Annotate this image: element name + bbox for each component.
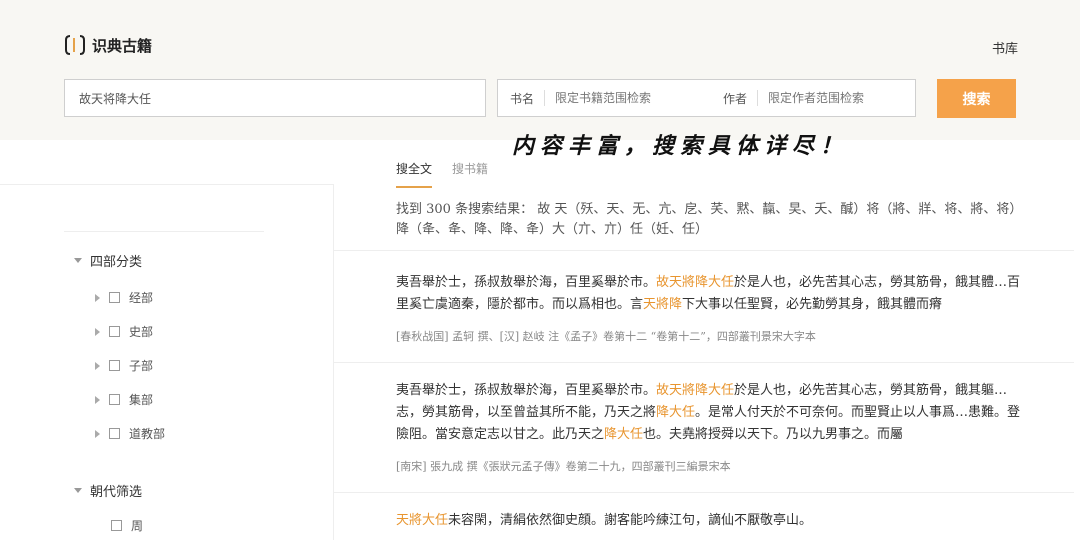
search-button[interactable]: 搜索 (937, 79, 1016, 118)
author-filter-label: 作者 (723, 91, 748, 106)
result-text[interactable]: 夷吾舉於士，孫叔敖舉於海，百里奚舉於市。故天將降大任於是人也，必先苦其心志，勞其… (396, 272, 1026, 316)
highlight-match: 降大任 (604, 427, 644, 442)
caret-right-icon[interactable] (95, 395, 100, 404)
caret-down-icon (74, 488, 82, 493)
category-label: 经部 (129, 291, 154, 305)
result-item[interactable]: 天將大任未容閑，清絹依然御史顔。謝客能吟練江句，謫仙不厭敬亭山。 (396, 510, 1026, 532)
library-link[interactable]: 书库 (992, 38, 1018, 57)
category-item[interactable]: 集部 (95, 391, 153, 408)
category-title: 朝代筛选 (90, 485, 143, 500)
text-segment: 夷吾舉於士，孫叔敖舉於海，百里奚舉於市。 (396, 383, 657, 398)
caret-right-icon[interactable] (95, 293, 100, 302)
category-item[interactable]: 道教部 (95, 425, 165, 442)
dynasty-item[interactable]: 周 (111, 517, 143, 534)
row-divider (334, 362, 1074, 363)
checkbox-icon[interactable] (109, 360, 120, 371)
category-item[interactable]: 经部 (95, 289, 153, 306)
category-header-dynasty[interactable]: 朝代筛选 (74, 481, 142, 500)
result-text[interactable]: 天將大任未容閑，清絹依然御史顔。謝客能吟練江句，謫仙不厭敬亭山。 (396, 510, 1026, 532)
promo-caption: 内容丰富，搜索具体详尽！ (512, 134, 849, 159)
search-input[interactable] (64, 79, 486, 117)
caret-right-icon[interactable] (95, 429, 100, 438)
checkbox-icon[interactable] (109, 326, 120, 337)
highlight-match: 降大任 (656, 405, 696, 420)
checkbox-icon[interactable] (109, 428, 120, 439)
category-title: 四部分类 (90, 255, 143, 270)
filter-box: 书名 作者 (497, 79, 916, 117)
category-item[interactable]: 史部 (95, 323, 153, 340)
dynasty-label: 周 (131, 519, 144, 533)
app-name: 识典古籍 (92, 36, 153, 55)
header: 识典古籍 书库 书名 作者 搜索 (0, 0, 1080, 140)
text-segment: 下大事以任聖賢，必先勤勞其身，餓其體而瘠 (682, 297, 943, 312)
result-text[interactable]: 夷吾舉於士，孫叔敖舉於海，百里奚舉於市。故天將降大任於是人也，必先苦其心志，勞其… (396, 380, 1026, 446)
result-summary: 找到 300 条搜索结果： 故 天（殀、天、无、亢、戹、芺、黙、靝、旲、夭、醎）… (396, 202, 1023, 237)
result-source[interactable]: [春秋战国] 孟轲 撰、[汉] 赵岐 注《孟子》卷第十二 “卷第十二”，四部叢刊… (396, 328, 1026, 344)
result-source[interactable]: [南宋] 張九成 撰《張狀元孟子傳》卷第二十九，四部叢刊三編景宋本 (396, 458, 1026, 474)
result-item[interactable]: 夷吾舉於士，孫叔敖舉於海，百里奚舉於市。故天將降大任於是人也，必先苦其心志，勞其… (396, 272, 1026, 344)
highlight-match: 天將大任 (396, 513, 449, 528)
sidebar-divider (64, 231, 264, 232)
category-label: 子部 (129, 359, 154, 373)
caret-down-icon (74, 258, 82, 263)
category-header-sibu[interactable]: 四部分类 (74, 251, 142, 270)
checkbox-icon[interactable] (109, 394, 120, 405)
text-segment: 夷吾舉於士，孫叔敖舉於海，百里奚舉於市。 (396, 275, 657, 290)
row-divider (334, 250, 1074, 251)
category-label: 集部 (129, 393, 154, 407)
book-filter-input[interactable] (545, 90, 708, 106)
category-item[interactable]: 子部 (95, 357, 153, 374)
bracket-book-icon (65, 35, 85, 55)
highlight-match: 天將降 (643, 297, 683, 312)
caret-right-icon[interactable] (95, 361, 100, 370)
highlight-match: 故天將降大任 (656, 275, 735, 290)
checkbox-icon[interactable] (109, 292, 120, 303)
text-segment: 未容閑，清絹依然御史顔。謝客能吟練江句，謫仙不厭敬亭山。 (448, 513, 813, 528)
logo[interactable]: 识典古籍 (64, 34, 152, 56)
category-label: 史部 (129, 325, 154, 339)
author-filter-input[interactable] (758, 90, 901, 106)
highlight-match: 故天將降大任 (656, 383, 735, 398)
filter-sidebar: 四部分类 经部 史部 子部 集部 道教部 朝代筛选 周 (0, 184, 334, 540)
results-panel: 找到 300 条搜索结果： 故 天（殀、天、无、亢、戹、芺、黙、靝、旲、夭、醎）… (334, 184, 1080, 540)
book-filter-label: 书名 (510, 91, 535, 106)
text-segment: 也。夫堯將授舜以天下。乃以九男事之。而屬 (643, 427, 904, 442)
caret-right-icon[interactable] (95, 327, 100, 336)
row-divider (334, 492, 1074, 493)
category-label: 道教部 (129, 427, 166, 441)
result-item[interactable]: 夷吾舉於士，孫叔敖舉於海，百里奚舉於市。故天將降大任於是人也，必先苦其心志，勞其… (396, 380, 1026, 474)
checkbox-icon[interactable] (111, 520, 122, 531)
